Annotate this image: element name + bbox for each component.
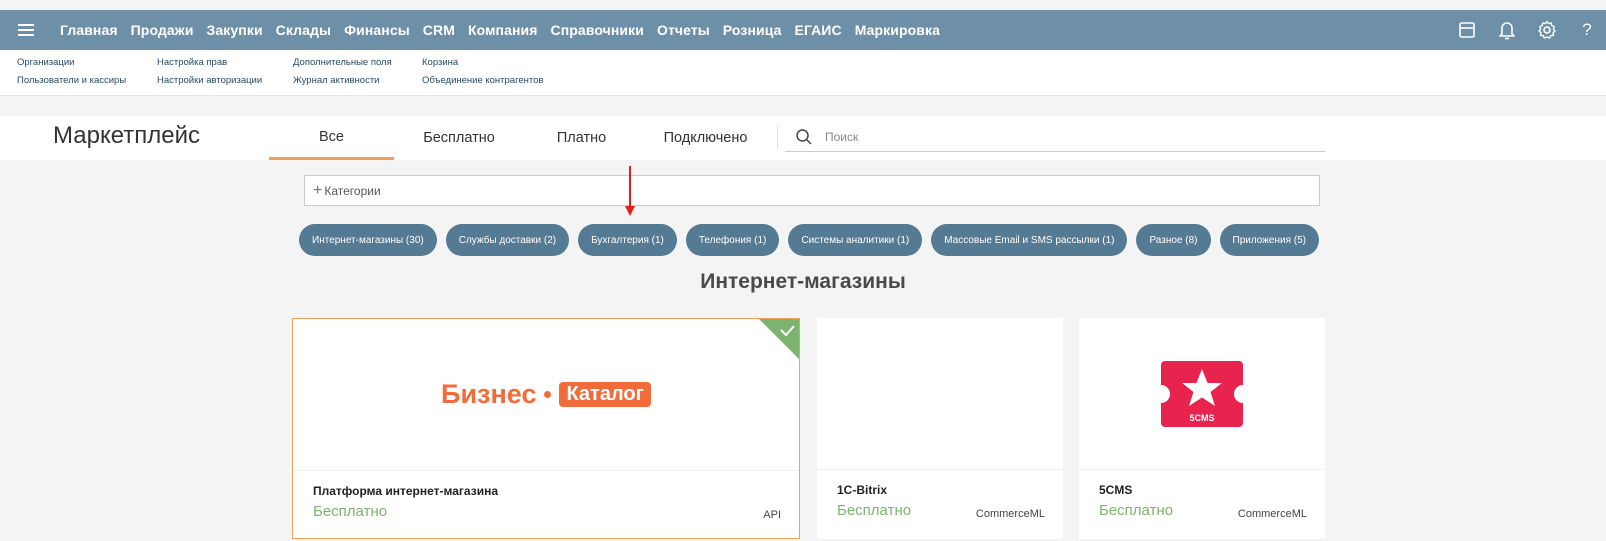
nav-item-home[interactable]: Главная (60, 22, 118, 38)
search-box (785, 122, 1325, 152)
5cms-logo-text: 5CMS (1189, 413, 1214, 423)
subnav-merge-contractors[interactable]: Объединение контрагентов (422, 75, 543, 86)
nav-item-sales[interactable]: Продажи (131, 22, 194, 38)
card-tag: API (763, 509, 781, 521)
categories-toggle[interactable]: + Категории (304, 175, 1320, 206)
pill-accounting[interactable]: Бухгалтерия (1) (578, 224, 677, 256)
pill-telephony[interactable]: Телефония (1) (685, 224, 780, 256)
card-price: Бесплатно (1099, 502, 1174, 519)
tab-paid[interactable]: Платно (524, 116, 639, 160)
pill-online-stores[interactable]: Интернет-магазины (30) (299, 224, 437, 256)
pill-analytics[interactable]: Системы аналитики (1) (788, 224, 923, 256)
top-strip (0, 0, 1606, 10)
bell-icon[interactable] (1496, 19, 1518, 41)
subnav-column: Настройка прав Настройки авторизации (157, 57, 262, 86)
subnav-trash[interactable]: Корзина (422, 57, 543, 68)
section-title: Интернет-магазины (700, 270, 906, 293)
nav-item-company[interactable]: Компания (468, 22, 538, 38)
card-price: Бесплатно (837, 502, 912, 519)
pill-mass-mailing[interactable]: Массовые Email и SMS рассылки (1) (931, 224, 1128, 256)
pill-misc[interactable]: Разное (8) (1136, 224, 1211, 256)
tab-connected[interactable]: Подключено (639, 116, 772, 160)
gear-icon[interactable] (1536, 19, 1558, 41)
subnav-users-cashiers[interactable]: Пользователи и кассиры (17, 75, 126, 86)
sub-navigation: Организации Пользователи и кассиры Настр… (0, 50, 1606, 96)
nav-item-warehouses[interactable]: Склады (276, 22, 331, 38)
menu-icon[interactable] (18, 24, 34, 36)
5cms-logo: 5CMS (1161, 360, 1243, 427)
card-price: Бесплатно (313, 503, 388, 520)
search-icon (796, 128, 812, 145)
categories-label: Категории (324, 183, 381, 198)
filter-tabs: Все Бесплатно Платно Подключено (269, 116, 772, 160)
logo-dot (544, 391, 552, 398)
main-menu: Главная Продажи Закупки Склады Финансы C… (60, 22, 953, 38)
subnav-organizations[interactable]: Организации (17, 57, 126, 68)
card-name: 1C-Bitrix (837, 483, 888, 497)
connected-check-icon (759, 319, 799, 359)
subnav-column: Корзина Объединение контрагентов (422, 57, 543, 86)
search-input[interactable] (825, 129, 1305, 144)
divider (777, 126, 778, 148)
subnav-auth-settings[interactable]: Настройки авторизации (157, 75, 262, 86)
business-catalog-logo: Бизнес Каталог (441, 379, 651, 410)
logo-badge: Каталог (559, 382, 651, 407)
nav-item-marking[interactable]: Маркировка (855, 22, 940, 38)
top-icons: ? (1456, 10, 1598, 50)
app-card-platform[interactable]: Бизнес Каталог Платформа интернет-магази… (292, 318, 800, 539)
top-navigation-bar: Главная Продажи Закупки Склады Финансы C… (0, 10, 1606, 50)
subnav-extra-fields[interactable]: Дополнительные поля (293, 57, 392, 68)
plus-icon: + (313, 181, 323, 199)
app-card-5cms[interactable]: 5CMS 5CMS Бесплатно CommerceML (1079, 318, 1325, 539)
nav-item-finance[interactable]: Финансы (344, 22, 410, 38)
logo-text: Бизнес (441, 379, 537, 409)
nav-item-purchases[interactable]: Закупки (207, 22, 263, 38)
app-card-bitrix[interactable]: 1C-Bitrix Бесплатно CommerceML (817, 318, 1063, 539)
nav-item-crm[interactable]: CRM (423, 22, 455, 38)
pill-apps[interactable]: Приложения (5) (1219, 224, 1320, 256)
subnav-activity-log[interactable]: Журнал активности (293, 75, 392, 86)
category-pills: Интернет-магазины (30) Службы доставки (… (299, 224, 1320, 256)
card-logo-area (817, 318, 1063, 470)
card-logo-area: Бизнес Каталог (293, 319, 799, 471)
window-icon[interactable] (1456, 19, 1478, 41)
tab-all[interactable]: Все (269, 116, 394, 160)
subnav-column: Организации Пользователи и кассиры (17, 57, 126, 86)
card-tag: CommerceML (1237, 508, 1307, 520)
card-name: 5CMS (1099, 483, 1133, 497)
marketplace-header: Маркетплейс Все Бесплатно Платно Подключ… (0, 116, 1606, 160)
card-name: Платформа интернет-магазина (313, 484, 498, 498)
nav-item-egais[interactable]: ЕГАИС (795, 22, 842, 38)
card-logo-area: 5CMS (1079, 318, 1325, 470)
help-icon[interactable]: ? (1576, 19, 1598, 41)
subnav-column: Дополнительные поля Журнал активности (293, 57, 392, 86)
page-title: Маркетплейс (53, 122, 201, 149)
nav-item-retail[interactable]: Розница (723, 22, 782, 38)
annotation-arrow (625, 166, 635, 216)
pill-delivery[interactable]: Службы доставки (2) (445, 224, 570, 256)
card-tag: CommerceML (975, 508, 1045, 520)
nav-item-directories[interactable]: Справочники (551, 22, 644, 38)
nav-item-reports[interactable]: Отчеты (657, 22, 710, 38)
tab-free[interactable]: Бесплатно (394, 116, 524, 160)
subnav-rights-settings[interactable]: Настройка прав (157, 57, 262, 68)
